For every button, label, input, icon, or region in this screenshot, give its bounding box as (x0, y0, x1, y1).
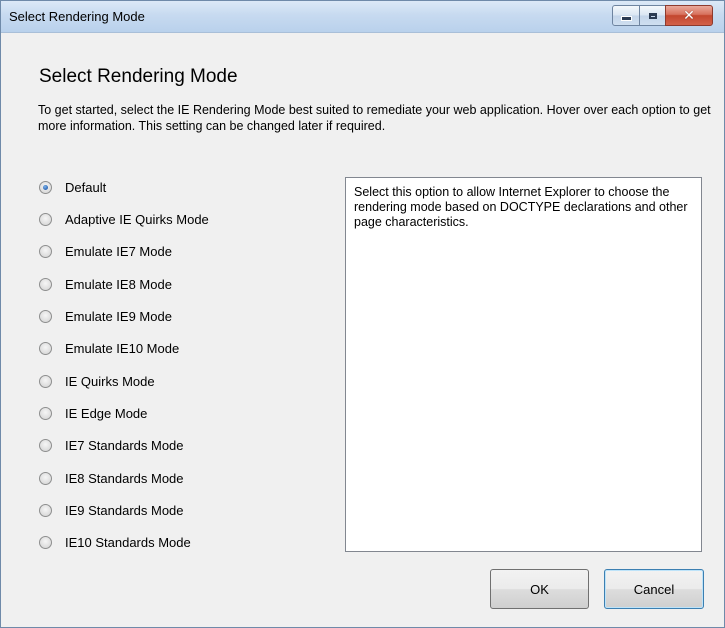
radio-button[interactable] (39, 503, 52, 517)
page-title: Select Rendering Mode (39, 66, 238, 87)
radio-button[interactable] (39, 406, 52, 420)
option-ie10-standards[interactable]: IE10 Standards Mode (39, 532, 191, 552)
dialog-window: Select Rendering Mode ✕ Select Rendering… (0, 0, 725, 628)
option-ie7-standards[interactable]: IE7 Standards Mode (39, 435, 184, 455)
option-label: IE9 Standards Mode (65, 502, 184, 518)
option-label: IE Edge Mode (65, 405, 148, 421)
option-emulate-ie10[interactable]: Emulate IE10 Mode (39, 338, 179, 358)
option-ie-edge[interactable]: IE Edge Mode (39, 403, 147, 423)
radio-dot (43, 184, 48, 190)
maximize-button[interactable] (639, 5, 666, 26)
option-emulate-ie7[interactable]: Emulate IE7 Mode (39, 241, 172, 261)
option-label: Emulate IE7 Mode (65, 243, 172, 259)
radio-button[interactable] (39, 309, 52, 323)
radio-button[interactable] (39, 438, 52, 452)
radio-button[interactable] (39, 180, 52, 194)
option-label: Default (65, 179, 107, 195)
ok-button[interactable]: OK (490, 569, 589, 609)
intro-text: To get started, select the IE Rendering … (38, 103, 711, 133)
option-label: IE10 Standards Mode (65, 534, 191, 550)
maximize-icon (648, 12, 657, 19)
option-ie-quirks[interactable]: IE Quirks Mode (39, 371, 155, 391)
title-bar[interactable]: Select Rendering Mode ✕ (1, 1, 724, 33)
option-label: Emulate IE8 Mode (65, 276, 172, 292)
option-label: Emulate IE10 Mode (65, 340, 180, 356)
close-button[interactable]: ✕ (665, 5, 713, 26)
radio-button[interactable] (39, 535, 52, 549)
cancel-button[interactable]: Cancel (604, 569, 704, 609)
minimize-icon (620, 16, 632, 21)
radio-button[interactable] (39, 212, 52, 226)
option-ie9-standards[interactable]: IE9 Standards Mode (39, 500, 184, 520)
window-title: Select Rendering Mode (9, 9, 145, 24)
option-label: Emulate IE9 Mode (65, 308, 172, 324)
option-adaptive-ie-quirks[interactable]: Adaptive IE Quirks Mode (39, 209, 209, 229)
option-emulate-ie9[interactable]: Emulate IE9 Mode (39, 306, 172, 326)
option-label: Adaptive IE Quirks Mode (65, 211, 209, 227)
minimize-button[interactable] (612, 5, 640, 26)
option-label: IE8 Standards Mode (65, 470, 184, 486)
radio-button[interactable] (39, 374, 52, 388)
option-description: Select this option to allow Internet Exp… (354, 185, 688, 229)
option-emulate-ie8[interactable]: Emulate IE8 Mode (39, 274, 172, 294)
option-description-box: Select this option to allow Internet Exp… (345, 177, 702, 552)
option-ie8-standards[interactable]: IE8 Standards Mode (39, 468, 184, 488)
radio-button[interactable] (39, 277, 52, 291)
option-default[interactable]: Default (39, 177, 106, 197)
radio-button[interactable] (39, 471, 52, 485)
option-label: IE Quirks Mode (65, 373, 155, 389)
close-icon: ✕ (683, 7, 695, 24)
option-label: IE7 Standards Mode (65, 437, 184, 453)
radio-button[interactable] (39, 341, 52, 355)
radio-button[interactable] (39, 244, 52, 258)
